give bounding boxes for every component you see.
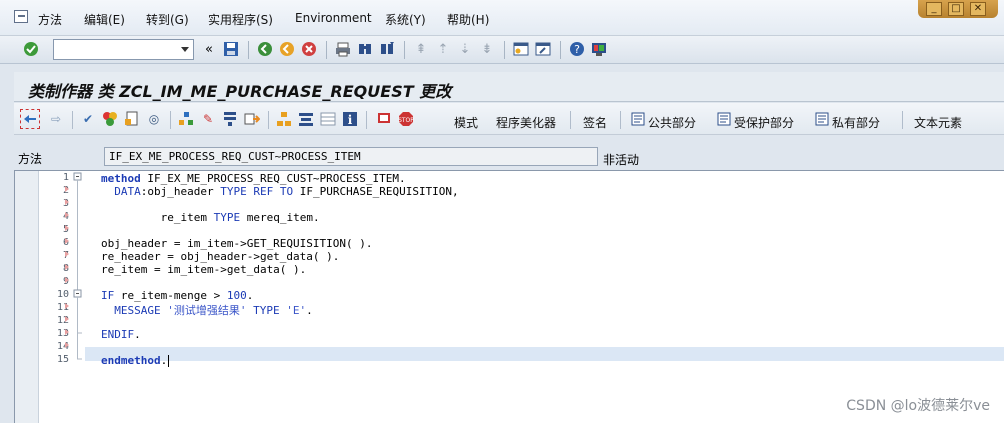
menu-utilities[interactable]: 实用程序(S) bbox=[208, 11, 273, 28]
find-icon[interactable] bbox=[356, 40, 374, 58]
insert-statement-icon[interactable] bbox=[244, 111, 260, 127]
method-label: 方法 bbox=[18, 152, 43, 166]
menu-goto[interactable]: 转到(G) bbox=[146, 11, 189, 28]
print-icon[interactable] bbox=[334, 40, 352, 58]
info-icon[interactable]: i bbox=[342, 111, 358, 127]
code-line[interactable]: re_item TYPE mereq_item. bbox=[101, 211, 320, 224]
menu-help[interactable]: 帮助(H) bbox=[447, 11, 489, 28]
menu-system[interactable]: 系统(Y) bbox=[385, 11, 426, 28]
menu-bar: 方法 编辑(E) 转到(G) 实用程序(S) Environment 系统(Y)… bbox=[0, 0, 1004, 36]
text-cursor bbox=[168, 355, 170, 367]
protected-section-icon bbox=[716, 111, 732, 127]
method-name-field[interactable]: IF_EX_ME_PROCESS_REQ_CUST~PROCESS_ITEM bbox=[104, 147, 598, 166]
minimize-button[interactable]: _ bbox=[926, 2, 942, 16]
back-history-icon[interactable]: « bbox=[200, 40, 218, 58]
fold-markers bbox=[73, 172, 82, 360]
mode-button[interactable]: 模式 bbox=[454, 114, 478, 131]
hierarchy-icon[interactable] bbox=[276, 111, 292, 127]
code-line[interactable]: IF re_item-menge > 100. bbox=[101, 289, 253, 302]
line-markers bbox=[65, 186, 69, 348]
create-session-icon[interactable] bbox=[512, 40, 530, 58]
stack-icon[interactable] bbox=[298, 111, 314, 127]
watermark: CSDN @lo波德莱尔ve bbox=[846, 398, 990, 414]
cancel-icon[interactable] bbox=[300, 40, 318, 58]
previous-page-icon[interactable]: ⇡ bbox=[434, 40, 452, 58]
page-title: 类制作器 类 ZCL_IM_ME_PURCHASE_REQUEST 更改 bbox=[28, 82, 452, 101]
first-page-icon[interactable]: ⇞ bbox=[412, 40, 430, 58]
code-line[interactable]: re_item = im_item->get_data( ). bbox=[101, 263, 306, 276]
enter-icon[interactable] bbox=[22, 40, 40, 58]
text-elements-button[interactable]: 文本元素 bbox=[914, 114, 962, 131]
code-line[interactable]: obj_header = im_item->GET_REQUISITION( )… bbox=[101, 237, 373, 250]
chevron-down-icon[interactable] bbox=[181, 47, 189, 52]
menu-edit[interactable]: 编辑(E) bbox=[84, 11, 125, 28]
signature-button[interactable]: 签名 bbox=[583, 114, 607, 131]
activation-status: 非活动 bbox=[603, 153, 640, 167]
code-line[interactable]: DATA:obj_header TYPE REF TO IF_PURCHASE_… bbox=[101, 185, 458, 198]
test-target-icon[interactable]: ◎ bbox=[146, 111, 162, 127]
exit-icon[interactable] bbox=[278, 40, 296, 58]
grid-icon[interactable] bbox=[320, 111, 336, 127]
svg-text:?: ? bbox=[574, 43, 580, 56]
shortcut-icon[interactable] bbox=[534, 40, 552, 58]
code-area[interactable]: method IF_EX_ME_PROCESS_REQ_CUST~PROCESS… bbox=[85, 171, 1004, 423]
title-bar: 类制作器 类 ZCL_IM_ME_PURCHASE_REQUEST 更改 bbox=[14, 72, 1004, 102]
editor-gutter[interactable] bbox=[15, 171, 39, 423]
object-list-icon[interactable] bbox=[178, 111, 194, 127]
find-next-icon[interactable] bbox=[378, 40, 396, 58]
close-window-button[interactable]: ✕ bbox=[970, 2, 986, 16]
last-page-icon[interactable]: ⇟ bbox=[478, 40, 496, 58]
pattern-icon[interactable] bbox=[222, 111, 238, 127]
magic-wand-icon[interactable]: ✎ bbox=[200, 111, 216, 127]
customize-layout-icon[interactable] bbox=[590, 40, 608, 58]
code-line[interactable]: MESSAGE '测试增强结果' TYPE 'E'. bbox=[101, 302, 312, 318]
where-used-icon[interactable] bbox=[124, 111, 140, 127]
save-icon[interactable] bbox=[222, 40, 240, 58]
activate-icon[interactable] bbox=[102, 111, 118, 127]
check-syntax-icon[interactable]: ✔ bbox=[80, 111, 96, 127]
code-line[interactable]: re_header = obj_header->get_data( ). bbox=[101, 250, 339, 263]
public-section-icon bbox=[630, 111, 646, 127]
sap-class-builder-window: 方法 编辑(E) 转到(G) 实用程序(S) Environment 系统(Y)… bbox=[0, 0, 1004, 423]
private-section-icon bbox=[814, 111, 830, 127]
help-icon[interactable]: ? bbox=[568, 40, 586, 58]
code-line[interactable]: method IF_EX_ME_PROCESS_REQ_CUST~PROCESS… bbox=[101, 172, 406, 185]
command-field[interactable] bbox=[53, 39, 194, 60]
svg-text:i: i bbox=[348, 113, 353, 127]
forward-arrow-icon[interactable]: ⇨ bbox=[48, 111, 64, 127]
breakpoint-icon[interactable] bbox=[376, 111, 392, 127]
back-icon[interactable] bbox=[256, 40, 274, 58]
next-page-icon[interactable]: ⇣ bbox=[456, 40, 474, 58]
public-section-button[interactable]: 公共部分 bbox=[648, 114, 696, 131]
current-line-highlight bbox=[85, 347, 1004, 361]
pretty-printer-button[interactable]: 程序美化器 bbox=[496, 114, 556, 131]
application-toolbar: ⇨ ✔ ◎ ✎ i STOP 模式 程序美化器 签名 公共部分 受保护部分 私有… bbox=[14, 103, 1004, 135]
system-menu-icon[interactable] bbox=[14, 10, 28, 23]
stop-icon[interactable]: STOP bbox=[398, 111, 414, 127]
code-line[interactable]: endmethod. bbox=[101, 354, 170, 367]
private-section-button[interactable]: 私有部分 bbox=[832, 114, 880, 131]
menu-environment[interactable]: Environment bbox=[295, 11, 372, 25]
display-change-icon[interactable] bbox=[20, 109, 40, 129]
abap-editor[interactable]: 1 2 3 4 5 6 7 8 9 10 11 12 13 14 15 bbox=[14, 170, 1004, 423]
menu-method[interactable]: 方法 bbox=[38, 11, 62, 28]
protected-section-button[interactable]: 受保护部分 bbox=[734, 114, 794, 131]
svg-text:STOP: STOP bbox=[398, 117, 414, 124]
maximize-button[interactable]: □ bbox=[948, 2, 964, 16]
method-row: 方法 IF_EX_ME_PROCESS_REQ_CUST~PROCESS_ITE… bbox=[0, 142, 1004, 168]
window-controls: _ □ ✕ bbox=[918, 0, 998, 18]
code-line[interactable]: ENDIF. bbox=[101, 328, 141, 341]
